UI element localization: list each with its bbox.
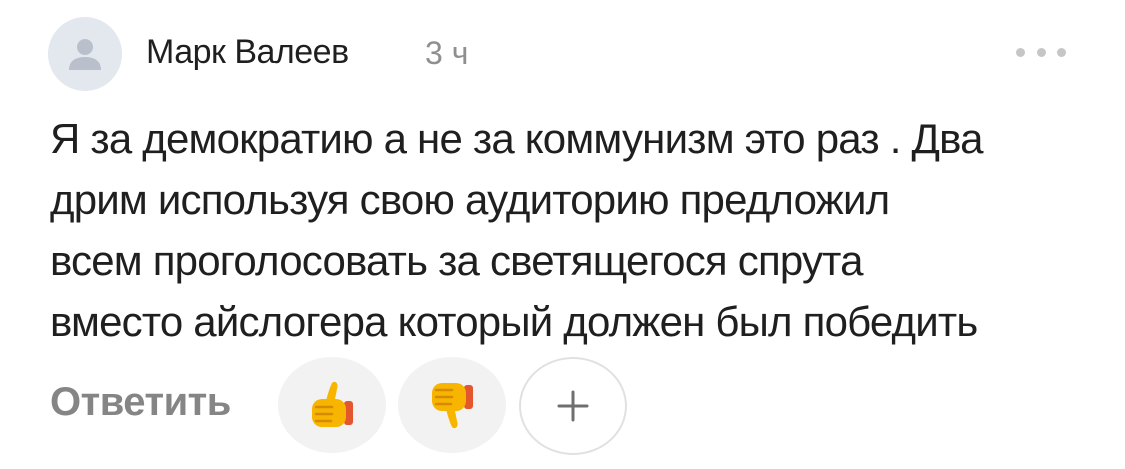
plus-icon (557, 390, 589, 422)
user-placeholder-icon (69, 39, 101, 70)
thumbs-down-icon (432, 383, 473, 429)
ellipsis-icon-dot (1016, 47, 1025, 57)
comment-text: Я за демократию а не за коммунизм это ра… (50, 108, 1090, 352)
author-name[interactable]: Марк Валеев (146, 33, 349, 72)
comment: Марк Валеев 3 ч Я за демократию а не за … (0, 0, 1125, 469)
add-reaction-button[interactable] (519, 357, 627, 455)
comment-text-line: всем проголосовать за светящегося спрута (50, 237, 864, 284)
like-reaction-button[interactable] (278, 357, 386, 453)
ellipsis-icon-dot (1057, 47, 1066, 57)
reply-button[interactable]: Ответить (50, 380, 231, 425)
thumbs-up-icon (312, 381, 353, 427)
comment-timestamp: 3 ч (425, 35, 469, 71)
comment-text-line: дрим используя свою аудиторию предложил (50, 176, 890, 223)
more-options-button[interactable] (1016, 40, 1066, 64)
ellipsis-icon-dot (1036, 47, 1046, 57)
avatar[interactable] (48, 17, 122, 91)
comment-text-line: вместо айслогера который должен был побе… (50, 298, 978, 345)
dislike-reaction-button[interactable] (398, 357, 506, 453)
comment-text-line: Я за демократию а не за коммунизм это ра… (50, 115, 983, 162)
